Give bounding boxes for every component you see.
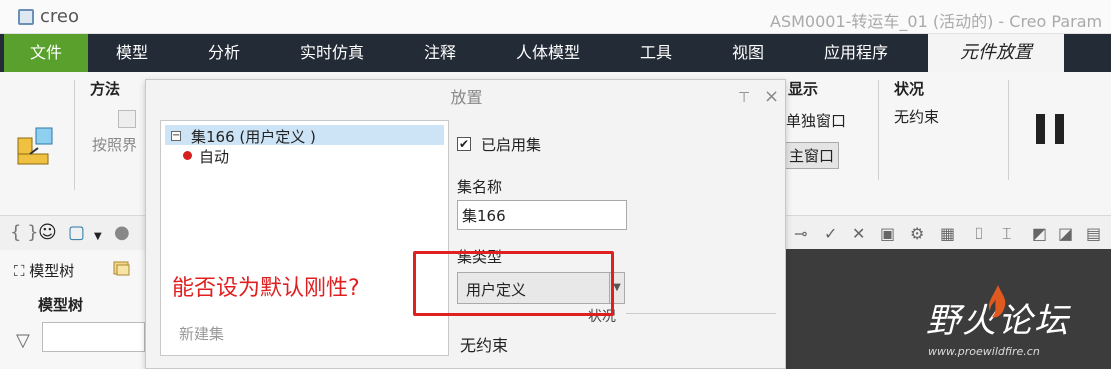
filter-icon[interactable]: ▽ bbox=[16, 330, 30, 351]
tree-icon: ⛶ bbox=[14, 262, 30, 280]
set-list[interactable]: − 集166 (用户定义 ) 自动 新建集 bbox=[160, 120, 449, 356]
close-icon[interactable]: × bbox=[764, 86, 779, 107]
flame-icon bbox=[988, 285, 1006, 318]
folder-browser-icon[interactable] bbox=[112, 258, 132, 278]
bracket-icon[interactable]: ⌶ bbox=[1002, 224, 1012, 244]
ribbon-separator bbox=[878, 80, 879, 180]
pause-icon[interactable] bbox=[1036, 114, 1064, 144]
annotation-question: 能否设为默认刚性? bbox=[172, 276, 360, 301]
menu-annotate[interactable]: 注释 bbox=[396, 34, 484, 72]
menu-human-model[interactable]: 人体模型 bbox=[500, 34, 596, 72]
tab-model-tree[interactable]: ⛶ 模型树 bbox=[14, 260, 74, 281]
check-icon[interactable]: ✓ bbox=[824, 224, 837, 243]
model-tree-panel: ⛶ 模型树 模型树 ▽ bbox=[0, 250, 145, 369]
main-window-button[interactable]: 主窗口 bbox=[784, 142, 840, 169]
menu-view[interactable]: 视图 bbox=[704, 34, 792, 72]
model-tree-tab-label: 模型树 bbox=[29, 262, 75, 280]
window-title: ASM0001-转运车_01 (活动的) - Creo Param bbox=[770, 12, 1103, 31]
quick-toolbar: { } ☺ ▢ ▼ ● bbox=[0, 217, 145, 249]
title-bar: creo ASM0001-转运车_01 (活动的) - Creo Param bbox=[0, 0, 1111, 34]
orient-icon[interactable]: ◪ bbox=[1058, 224, 1073, 243]
method-group-title: 方法 bbox=[90, 80, 121, 98]
dropdown-arrow-icon[interactable]: ▼ bbox=[94, 227, 102, 247]
status-value: 无约束 bbox=[894, 108, 940, 126]
ribbon-separator bbox=[74, 80, 75, 190]
app-logo-text: creo bbox=[40, 6, 79, 27]
menu-tools[interactable]: 工具 bbox=[612, 34, 700, 72]
status-group-title: 状况 bbox=[894, 80, 925, 98]
tab-component-placement[interactable]: 元件放置 bbox=[928, 34, 1064, 72]
new-set-button[interactable]: 新建集 bbox=[179, 323, 224, 344]
auto-constraint-item[interactable]: 自动 bbox=[199, 146, 229, 167]
dialog-title: 放置 bbox=[450, 88, 483, 107]
model-tree-header: 模型树 bbox=[38, 296, 84, 314]
enabled-set-checkbox[interactable]: ✔ bbox=[457, 137, 471, 151]
panel-icon[interactable]: ▦ bbox=[940, 224, 955, 243]
cube-icon[interactable]: ▢ bbox=[68, 223, 85, 243]
component-placement-icon[interactable] bbox=[14, 124, 58, 168]
separate-window-button[interactable]: 单独窗口 bbox=[786, 110, 846, 131]
view-cube-icon[interactable]: ◩ bbox=[1032, 224, 1047, 243]
set-item-label: 集166 (用户定义 ) bbox=[191, 128, 316, 146]
sphere-icon[interactable]: ● bbox=[114, 223, 130, 243]
graphics-area[interactable]: 野火论坛 www.proewildfire.cn bbox=[786, 249, 1111, 369]
layer-icon[interactable]: ▤ bbox=[1086, 224, 1101, 243]
menu-model[interactable]: 模型 bbox=[88, 34, 176, 72]
constraint-status-dot-icon bbox=[183, 151, 192, 160]
method-button[interactable]: 按照界 bbox=[92, 134, 137, 155]
set-name-input[interactable]: 集166 bbox=[457, 200, 627, 230]
menu-bar: 文件 模型 分析 实时仿真 注释 人体模型 工具 视图 应用程序 元件放置 bbox=[0, 34, 1111, 72]
set-list-item-selected[interactable]: − 集166 (用户定义 ) bbox=[165, 125, 444, 146]
placement-dialog: 放置 ⊤ × − 集166 (用户定义 ) 自动 新建集 ✔ 已启用集 集名称 … bbox=[145, 79, 786, 369]
set-name-label: 集名称 bbox=[457, 178, 503, 196]
status-value-text: 无约束 bbox=[460, 336, 509, 355]
brackets-icon[interactable]: { } bbox=[10, 223, 39, 243]
display-group-title: 显示 bbox=[788, 80, 819, 98]
status-divider bbox=[626, 313, 776, 314]
watermark-url: www.proewildfire.cn bbox=[928, 345, 1040, 358]
pin-icon[interactable]: ⊤ bbox=[738, 90, 750, 106]
constraint-icon[interactable]: ⊸ bbox=[794, 224, 807, 243]
menu-applications[interactable]: 应用程序 bbox=[808, 34, 904, 72]
menu-analysis[interactable]: 分析 bbox=[180, 34, 268, 72]
creo-logo-icon bbox=[18, 9, 34, 25]
enabled-set-label: 已启用集 bbox=[481, 136, 542, 154]
tree-search-input[interactable] bbox=[42, 322, 145, 352]
frame-icon[interactable]: ⌷ bbox=[974, 224, 984, 244]
method-icon bbox=[118, 110, 136, 128]
menu-realtime-sim[interactable]: 实时仿真 bbox=[286, 34, 378, 72]
graphics-toolbar: ⊸ ✓ ✕ ▣ ⚙ ▦ ⌷ ⌶ ◩ ◪ ▤ bbox=[786, 217, 1111, 249]
ribbon-separator bbox=[1008, 80, 1009, 180]
smiley-icon[interactable]: ☺ bbox=[38, 223, 57, 243]
annotation-highlight-box bbox=[413, 251, 614, 316]
collapse-icon[interactable]: − bbox=[171, 131, 181, 141]
gear-icon[interactable]: ⚙ bbox=[910, 224, 924, 243]
cross-icon[interactable]: ✕ bbox=[852, 224, 865, 243]
menu-file[interactable]: 文件 bbox=[4, 34, 88, 72]
box-icon[interactable]: ▣ bbox=[880, 224, 895, 243]
